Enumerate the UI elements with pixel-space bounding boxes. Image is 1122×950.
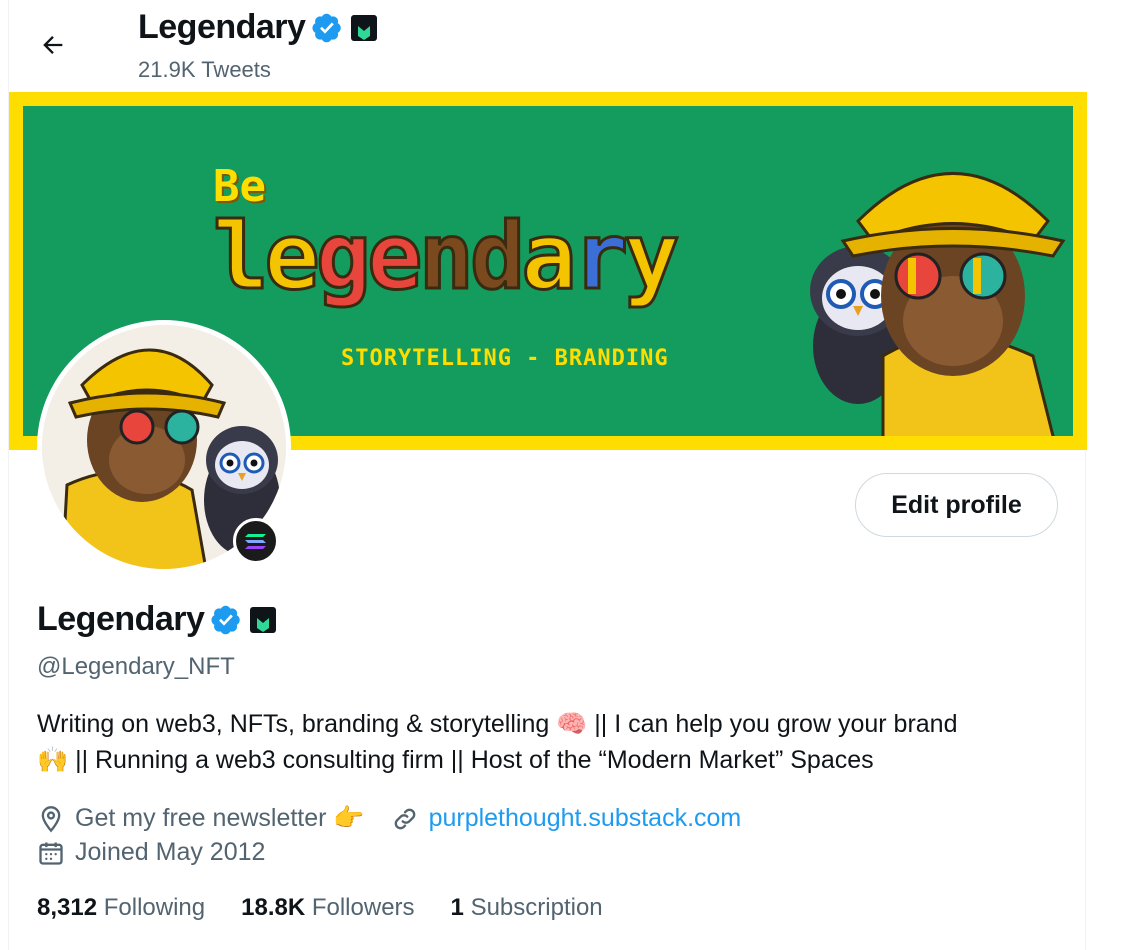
monkey-illustration: [840, 172, 1066, 436]
solana-icon: [245, 534, 266, 549]
header-title: Legendary: [138, 8, 378, 47]
calendar-icon: [39, 842, 63, 865]
banner-main-text: legendary: [212, 203, 682, 310]
subscriptions-count: 1: [450, 894, 464, 921]
verified-badge-icon[interactable]: [210, 604, 242, 636]
profile-header: Legendary 21.9K Tweets: [9, 0, 1087, 92]
subscriptions-stat[interactable]: 1 Subscription: [451, 894, 603, 922]
followers-label: Followers: [311, 894, 415, 921]
following-stat[interactable]: 8,312 Following: [37, 894, 205, 922]
header-name: Legendary: [138, 8, 306, 46]
followers-count: 18.8K: [241, 894, 306, 921]
profile-handle: @Legendary_NFT: [37, 653, 235, 680]
link-icon: [394, 808, 415, 829]
subscriptions-label: Subscription: [470, 894, 603, 921]
profile-name: Legendary: [37, 600, 277, 639]
followers-stat[interactable]: 18.8K Followers: [241, 894, 414, 922]
profile-meta-row: Get my free newsletter 👉 purplethought.s…: [37, 804, 741, 833]
corp-badge-icon: [351, 14, 378, 41]
profile-column: Legendary 21.9K Tweets Be legendary STOR…: [8, 0, 1087, 950]
following-count: 8,312: [37, 894, 98, 921]
profile-stats: 8,312 Following 18.8K Followers 1 Subscr…: [37, 894, 639, 922]
profile-bio: Writing on web3, NFTs, branding & storyt…: [37, 706, 1067, 778]
back-arrow-icon: [43, 36, 63, 54]
location-text: Get my free newsletter 👉: [75, 804, 365, 832]
location-icon: [41, 805, 61, 832]
following-label: Following: [103, 894, 206, 921]
joined-date: Joined May 2012: [75, 838, 266, 866]
bio-line-1: Writing on web3, NFTs, branding & storyt…: [37, 710, 958, 738]
solana-badge: [233, 518, 279, 564]
corp-badge-icon[interactable]: [250, 606, 277, 633]
edit-profile-button[interactable]: Edit profile: [855, 473, 1058, 537]
website-link[interactable]: purplethought.substack.com: [429, 804, 742, 833]
bio-line-2: 🙌 || Running a web3 consulting firm || H…: [37, 746, 874, 774]
profile-display-name: Legendary: [37, 600, 205, 638]
joined-row: Joined May 2012: [37, 838, 265, 867]
back-button[interactable]: [31, 23, 75, 67]
verified-badge-icon: [312, 13, 342, 42]
banner-tagline: STORYTELLING - BRANDING: [341, 346, 669, 371]
tweet-count: 21.9K Tweets: [138, 57, 271, 82]
